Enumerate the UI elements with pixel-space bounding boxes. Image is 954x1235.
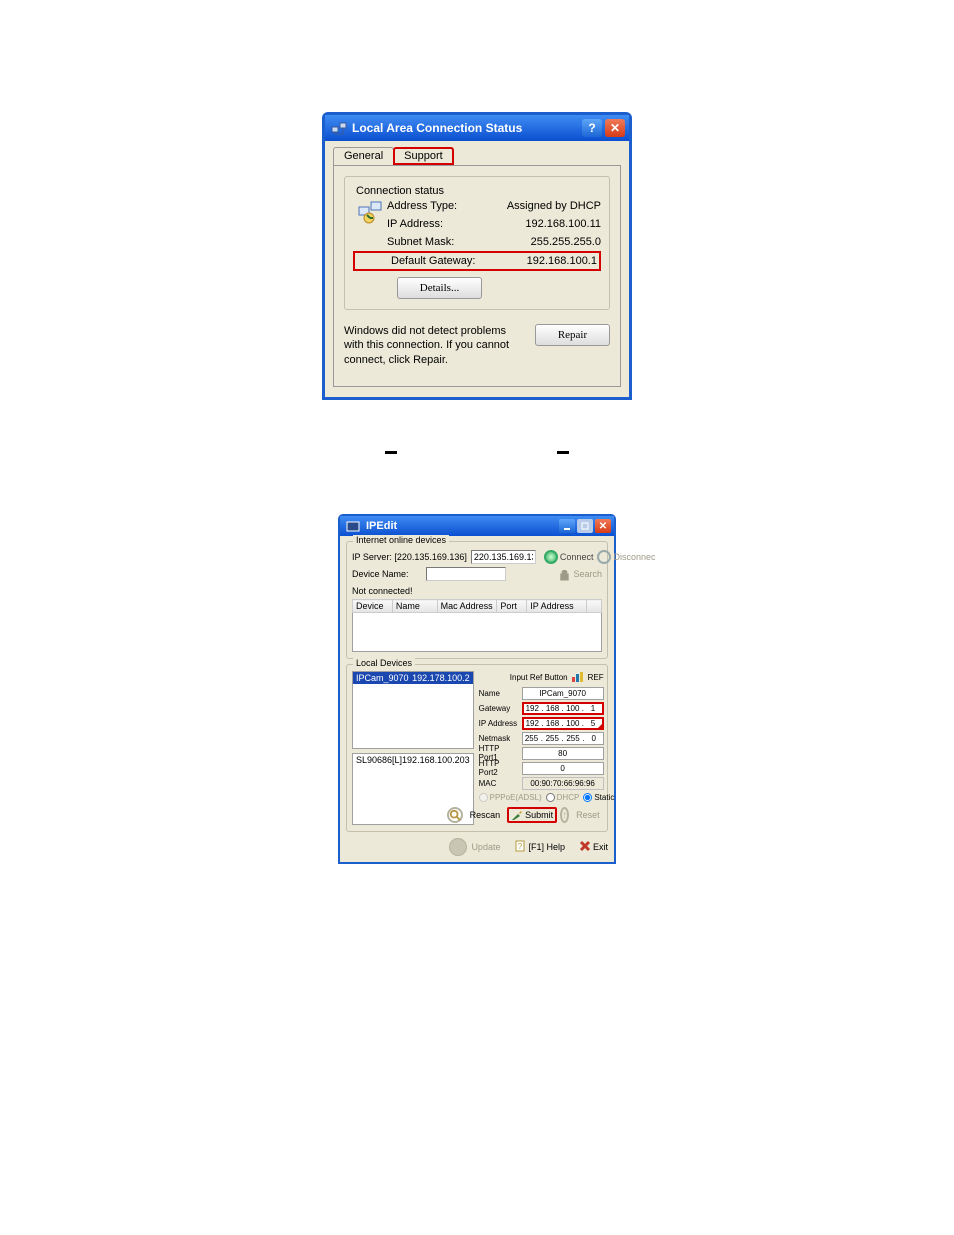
col-ip[interactable]: IP Address: [527, 600, 587, 613]
subnet-mask-label: Subnet Mask:: [353, 236, 531, 248]
connect-icon: [544, 550, 558, 564]
details-button[interactable]: Details...: [397, 277, 482, 299]
disconnect-icon: [597, 550, 611, 564]
reset-button: Reset: [572, 808, 604, 822]
exit-button[interactable]: Exit: [579, 840, 608, 854]
network-icon: [331, 120, 347, 136]
gateway-label: Gateway: [479, 704, 519, 713]
device-name-label: Device Name:: [352, 569, 422, 579]
device-name-input[interactable]: [426, 567, 506, 581]
update-indicator-icon: [449, 838, 467, 856]
ipedit-window: IPEdit ✕ Internet online devices IP Serv…: [338, 514, 616, 864]
submit-icon: [511, 809, 523, 821]
svg-text:?: ?: [518, 842, 523, 851]
search-button: Search: [557, 567, 602, 581]
submit-button[interactable]: Submit: [507, 807, 557, 823]
online-devices-group: Internet online devices IP Server: [220.…: [346, 541, 608, 659]
tab-general[interactable]: General: [333, 147, 394, 165]
chart-icon: [571, 671, 585, 683]
ip-server-input[interactable]: [471, 550, 536, 564]
ipaddress-label: IP Address: [479, 719, 519, 728]
magnify-icon: [447, 807, 463, 823]
radio-dhcp[interactable]: DHCP: [546, 793, 580, 802]
group-legend: Internet online devices: [353, 535, 449, 545]
default-gateway-row: Default Gateway: 192.168.100.1: [353, 251, 601, 271]
help-button[interactable]: ?: [582, 119, 602, 137]
ip-address-value: 192.168.100.11: [525, 218, 601, 230]
address-type-value: Assigned by DHCP: [507, 200, 601, 212]
name-field[interactable]: IPCam_9070: [522, 687, 604, 700]
minimize-button[interactable]: [559, 519, 575, 533]
repair-button[interactable]: Repair: [535, 324, 610, 346]
ref-button[interactable]: REF: [588, 673, 604, 682]
rescan-button[interactable]: Rescan: [466, 808, 505, 822]
local-devices-group: Local Devices IPCam_9070 192.178.100.2: [346, 664, 608, 832]
gateway-field[interactable]: 192. 168. 100. 1: [522, 702, 604, 715]
close-button[interactable]: ✕: [605, 119, 625, 137]
default-gateway-value: 192.168.100.1: [527, 255, 597, 267]
local-list-1[interactable]: IPCam_9070 192.178.100.2: [352, 671, 474, 749]
titlebar: Local Area Connection Status ? ✕: [325, 115, 629, 141]
ipaddress-field[interactable]: 192. 168. 100. 5: [522, 717, 604, 730]
connection-icon: [356, 196, 384, 224]
http-port2-field[interactable]: 0: [522, 762, 604, 775]
titlebar: IPEdit ✕: [340, 516, 614, 536]
online-devices-table: Device Name Mac Address Port IP Address: [352, 599, 602, 652]
tab-support[interactable]: Support: [393, 147, 454, 165]
update-button: Update: [471, 842, 500, 852]
ip-server-label: IP Server: [220.135.169.136]: [352, 552, 467, 562]
help-icon: ?: [514, 840, 526, 854]
http-port2-label: HTTP Port2: [479, 759, 519, 777]
spacer-bar: [60, 440, 894, 464]
disconnect-button: Disconnec: [597, 550, 655, 564]
default-gateway-label: Default Gateway:: [357, 255, 527, 267]
window-title: Local Area Connection Status: [352, 121, 579, 135]
col-device[interactable]: Device: [353, 600, 393, 613]
mac-field: 00:90:70:66:96:96: [522, 777, 604, 790]
tab-panel: Connection status Address Type: Assigned…: [333, 165, 621, 387]
list-item[interactable]: SL90686[L] 192.168.100.203: [353, 754, 473, 766]
radio-pppoe: PPPoE(ADSL): [479, 793, 542, 802]
app-icon: [345, 518, 361, 534]
connect-button[interactable]: Connect: [544, 550, 594, 564]
close-button[interactable]: ✕: [595, 519, 611, 533]
connection-status-window: Local Area Connection Status ? ✕ General…: [322, 112, 632, 400]
subnet-mask-value: 255.255.255.0: [531, 236, 601, 248]
netmask-field[interactable]: 255. 255. 255. 0: [522, 732, 604, 745]
help-button[interactable]: ? [F1] Help: [514, 840, 565, 854]
not-connected-label: Not connected!: [352, 586, 413, 596]
col-mac[interactable]: Mac Address: [437, 600, 497, 613]
window-title: IPEdit: [366, 520, 557, 532]
group-legend: Local Devices: [353, 658, 415, 668]
http-port1-field[interactable]: 80: [522, 747, 604, 760]
up-arrow-button[interactable]: ↑: [560, 807, 569, 823]
lock-icon: [557, 567, 571, 581]
connection-status-group: Connection status Address Type: Assigned…: [344, 176, 610, 310]
list-item[interactable]: IPCam_9070 192.178.100.2: [353, 672, 473, 684]
netmask-label: Netmask: [479, 734, 519, 743]
repair-text: Windows did not detect problems with thi…: [344, 324, 525, 367]
tab-bar: General Support: [325, 141, 629, 165]
col-name[interactable]: Name: [392, 600, 437, 613]
input-ref-label: Input Ref Button: [510, 673, 568, 682]
radio-static[interactable]: Static: [583, 793, 614, 802]
col-port[interactable]: Port: [497, 600, 527, 613]
name-label: Name: [479, 689, 519, 698]
maximize-button[interactable]: [577, 519, 593, 533]
exit-icon: [579, 840, 591, 854]
mac-label: MAC: [479, 779, 519, 788]
